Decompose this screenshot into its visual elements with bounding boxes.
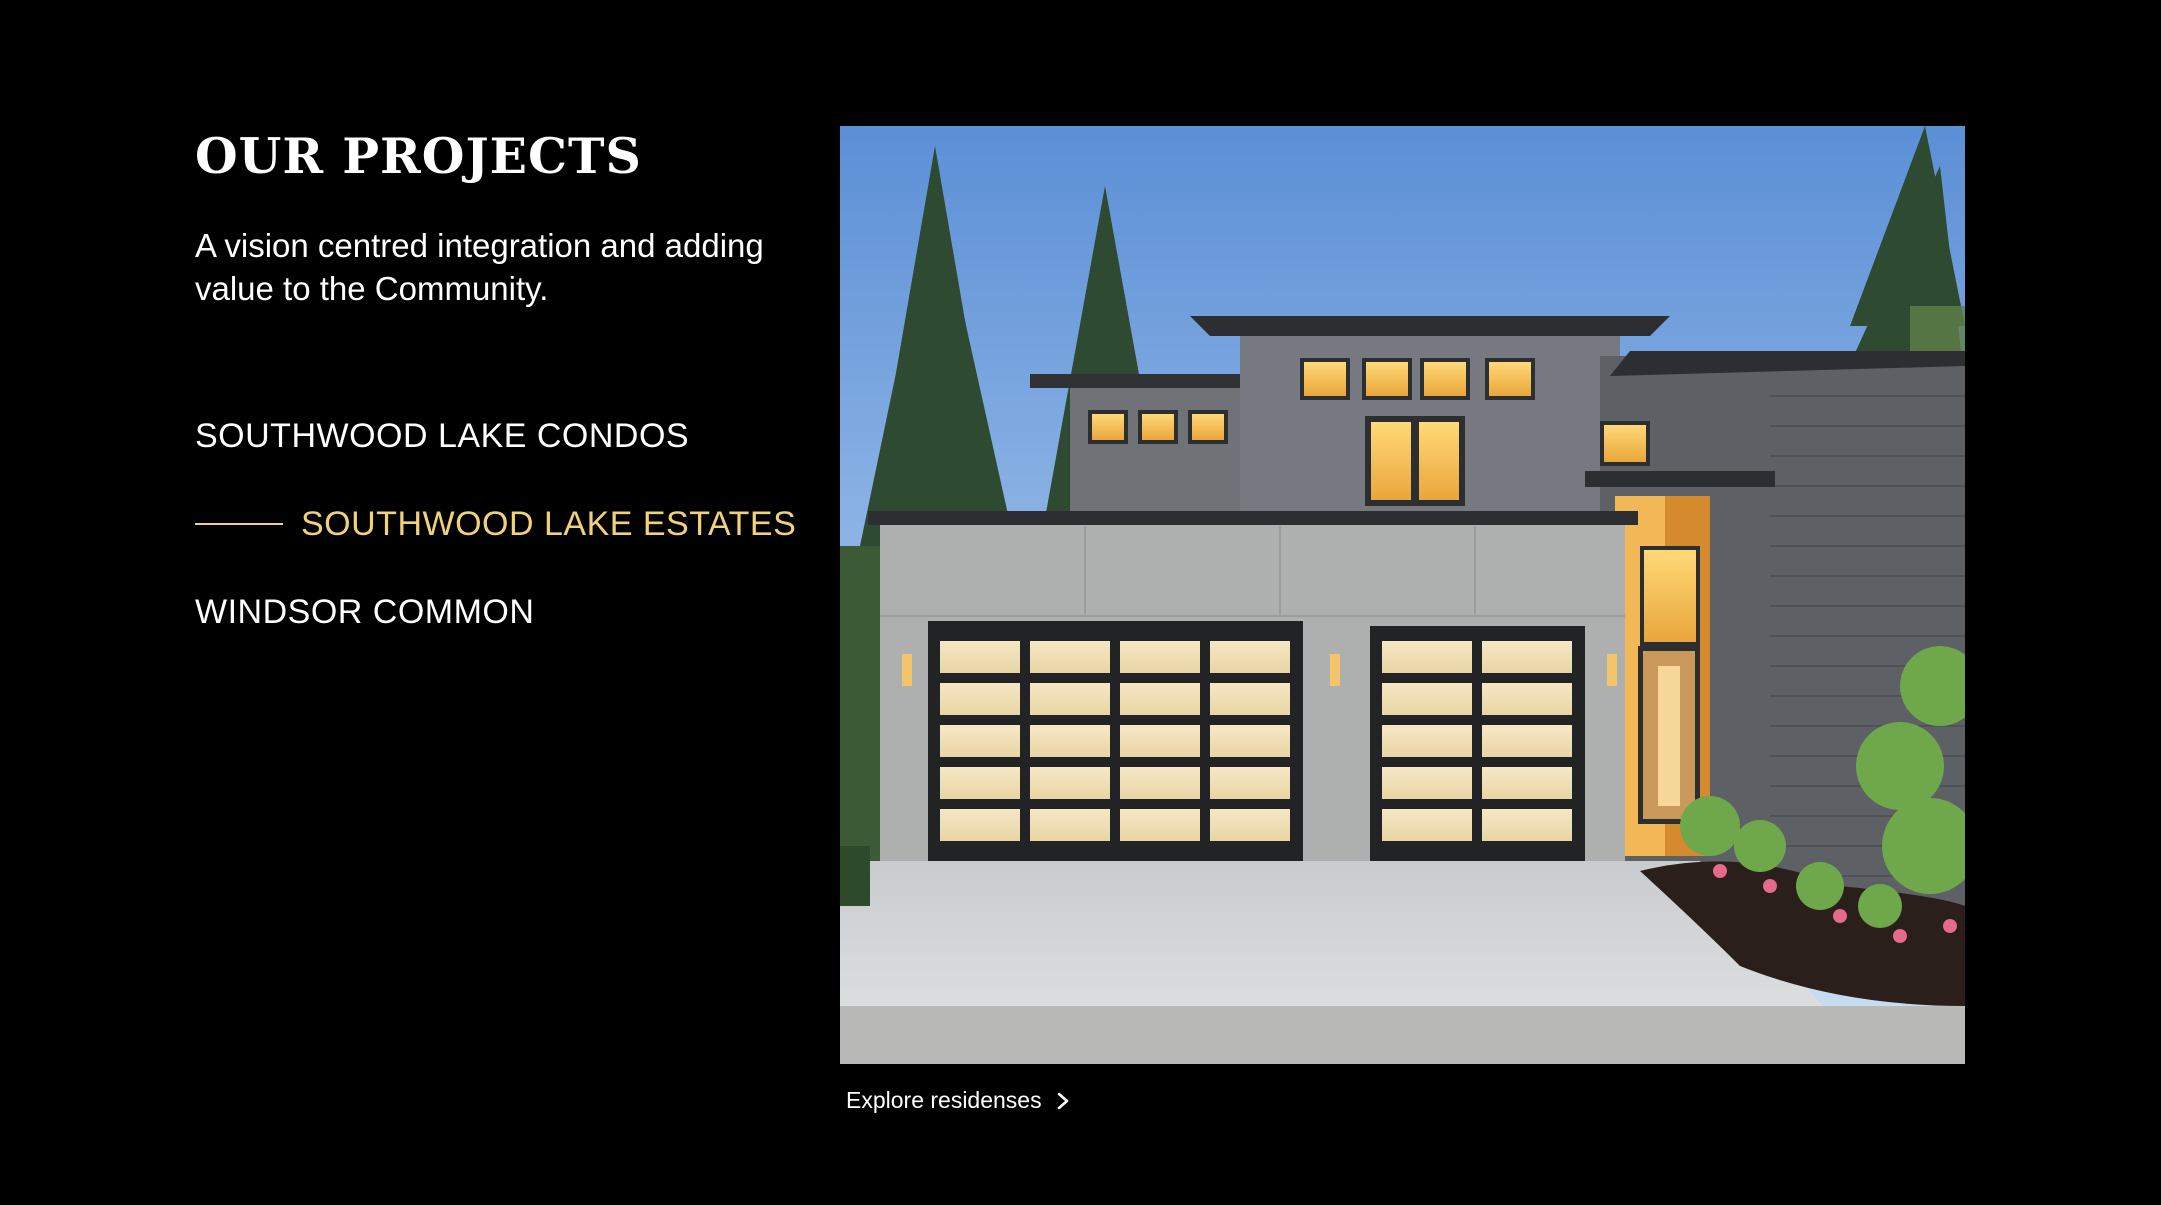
project-label: SOUTHWOOD LAKE ESTATES xyxy=(301,504,797,543)
project-photo xyxy=(840,126,1965,1064)
project-list: SOUTHWOOD LAKE CONDOS SOUTHWOOD LAKE EST… xyxy=(195,410,796,674)
section-title: OUR PROJECTS xyxy=(195,127,642,185)
project-item-southwood-lake-condos[interactable]: SOUTHWOOD LAKE CONDOS xyxy=(195,410,796,462)
chevron-right-icon xyxy=(1057,1092,1068,1109)
section-subtitle: A vision centred integration and adding … xyxy=(195,227,764,307)
project-label: SOUTHWOOD LAKE CONDOS xyxy=(195,416,690,455)
explore-link-label: Explore residenses xyxy=(846,1087,1042,1113)
explore-residences-link[interactable]: Explore residenses xyxy=(846,1087,1070,1114)
project-label: WINDSOR COMMON xyxy=(195,592,535,631)
project-item-windsor-common[interactable]: WINDSOR COMMON xyxy=(195,586,796,638)
active-indicator-line xyxy=(195,523,283,525)
project-item-southwood-lake-estates[interactable]: SOUTHWOOD LAKE ESTATES xyxy=(195,498,796,550)
